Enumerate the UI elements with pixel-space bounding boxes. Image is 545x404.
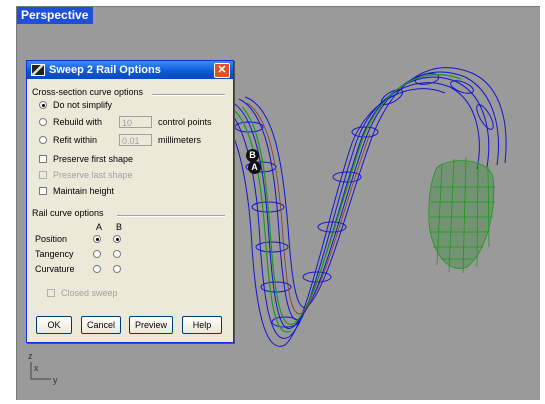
cross-section-heading: Cross-section curve options: [32, 87, 144, 97]
axis-x-label: x: [34, 363, 39, 373]
preview-button[interactable]: Preview: [129, 316, 173, 334]
close-icon: ✕: [217, 64, 227, 76]
tangency-label: Tangency: [35, 249, 74, 259]
position-label: Position: [35, 234, 68, 244]
cancel-button[interactable]: Cancel: [81, 316, 121, 334]
position-a-radio[interactable]: [93, 235, 101, 243]
preserve-last-option: Preserve last shape: [39, 170, 133, 180]
maintain-height-checkbox[interactable]: [39, 187, 47, 195]
preserve-first-option[interactable]: Preserve first shape: [39, 154, 133, 164]
rail-marker-a-label: A: [251, 162, 258, 172]
rebuild-unit-label: control points: [158, 117, 212, 127]
dialog-titlebar[interactable]: Sweep 2 Rail Options ✕: [27, 61, 233, 79]
preserve-first-checkbox[interactable]: [39, 155, 47, 163]
sweep-app-icon: [31, 64, 45, 76]
do-not-simplify-label: Do not simplify: [53, 100, 113, 110]
curvature-a-radio[interactable]: [93, 265, 101, 273]
close-button[interactable]: ✕: [214, 63, 230, 78]
rail-options-divider: [117, 215, 225, 217]
position-b-radio[interactable]: [113, 235, 121, 243]
axis-z-label: z: [28, 351, 33, 361]
column-b-header: B: [116, 222, 123, 232]
tangency-a-radio[interactable]: [93, 250, 101, 258]
refit-unit-label: millimeters: [158, 135, 202, 145]
tangency-b-radio[interactable]: [113, 250, 121, 258]
position-row: Position: [35, 234, 127, 244]
rebuild-with-option[interactable]: Rebuild with 10 control points: [39, 116, 212, 128]
rebuild-with-label: Rebuild with: [53, 117, 103, 127]
rail-options-heading: Rail curve options: [32, 208, 104, 218]
axis-y-label: y: [53, 375, 58, 385]
curvature-label: Curvature: [35, 264, 75, 274]
curvature-b-radio[interactable]: [113, 265, 121, 273]
refit-tolerance-field[interactable]: 0.01: [119, 134, 152, 146]
maintain-height-option[interactable]: Maintain height: [39, 186, 114, 196]
preserve-last-label: Preserve last shape: [53, 170, 133, 180]
refit-within-radio[interactable]: [39, 136, 47, 144]
viewport-title[interactable]: Perspective: [17, 7, 94, 24]
do-not-simplify-option[interactable]: Do not simplify: [39, 100, 112, 110]
rebuild-with-radio[interactable]: [39, 118, 47, 126]
refit-within-option[interactable]: Refit within 0.01 millimeters: [39, 134, 201, 146]
rail-marker-b: B: [246, 149, 259, 162]
do-not-simplify-radio[interactable]: [39, 101, 47, 109]
closed-sweep-checkbox: [47, 289, 55, 297]
preserve-last-checkbox: [39, 171, 47, 179]
refit-within-label: Refit within: [53, 135, 98, 145]
maintain-height-label: Maintain height: [53, 186, 115, 196]
column-a-header: A: [96, 222, 103, 232]
rail-marker-b-label: B: [249, 150, 256, 160]
closed-sweep-option: Closed sweep: [47, 288, 118, 298]
preserve-first-label: Preserve first shape: [53, 154, 134, 164]
closed-sweep-label: Closed sweep: [61, 288, 118, 298]
cross-section-divider: [152, 94, 225, 96]
ok-button[interactable]: OK: [36, 316, 72, 334]
help-button[interactable]: Help: [182, 316, 222, 334]
curvature-row: Curvature: [35, 264, 127, 274]
tangency-row: Tangency: [35, 249, 127, 259]
sweep-2-rail-options-dialog: Sweep 2 Rail Options ✕ Cross-section cur…: [26, 60, 234, 343]
dialog-title: Sweep 2 Rail Options: [49, 64, 161, 76]
rebuild-count-field[interactable]: 10: [119, 116, 152, 128]
rail-marker-a: A: [248, 161, 261, 174]
